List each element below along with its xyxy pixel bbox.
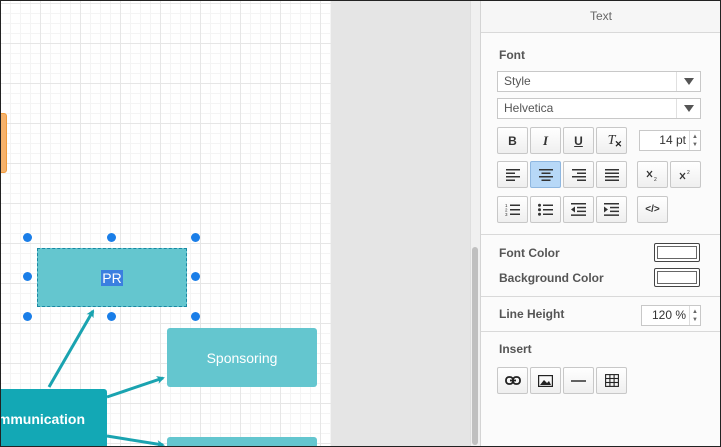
divider	[481, 234, 721, 235]
underline-icon: U	[574, 133, 583, 148]
outdent-button[interactable]	[563, 196, 594, 223]
divider	[481, 296, 721, 297]
window-border-top	[0, 0, 721, 1]
line-height-value: 120 %	[651, 308, 686, 322]
superscript-button[interactable]: 2	[670, 161, 701, 188]
panel-tab-text[interactable]: Text	[481, 1, 721, 33]
horizontal-rule-icon	[571, 379, 586, 382]
outdent-icon	[571, 203, 586, 216]
subscript-button[interactable]: 2	[637, 161, 668, 188]
numbered-list-button[interactable]: 123	[497, 196, 528, 223]
code-icon: </>	[645, 204, 660, 215]
svg-text:2: 2	[654, 177, 657, 181]
underline-button[interactable]: U	[563, 127, 594, 154]
svg-text:3: 3	[505, 212, 508, 216]
bold-icon: B	[508, 133, 517, 148]
scrollbar-thumb[interactable]	[472, 247, 478, 445]
canvas-gutter	[331, 1, 471, 446]
font-size-stepper[interactable]: ▲ ▼	[689, 131, 700, 150]
node-sponsoring[interactable]: Sponsoring	[167, 328, 317, 387]
subscript-icon: 2	[646, 170, 657, 181]
chevron-down-icon	[676, 72, 700, 91]
align-left-button[interactable]	[497, 161, 528, 188]
vertical-scrollbar[interactable]	[470, 1, 480, 446]
justify-button[interactable]	[596, 161, 627, 188]
style-select-value: Style	[504, 74, 531, 88]
format-panel: Text Font Style Helvetica B I U T ✕ 14 pt…	[480, 1, 721, 446]
node-communication-label: Communication	[1, 411, 85, 427]
superscript-icon: 2	[679, 170, 690, 179]
clear-formatting-icon: T ✕	[607, 132, 623, 149]
window-border-left	[0, 0, 1, 447]
insert-section-title: Insert	[499, 342, 532, 356]
line-height-label: Line Height	[499, 307, 565, 321]
font-family-value: Helvetica	[504, 101, 554, 115]
align-right-icon	[571, 168, 586, 181]
table-icon	[604, 374, 619, 387]
node-bottom[interactable]	[167, 437, 317, 446]
clear-formatting-button[interactable]: T ✕	[596, 127, 627, 154]
arrow-comm-to-pr	[47, 309, 95, 388]
orange-shape[interactable]	[1, 113, 7, 173]
font-color-label: Font Color	[499, 246, 560, 260]
node-communication[interactable]: Communication	[1, 389, 107, 446]
line-height-stepper[interactable]: ▲ ▼	[689, 306, 700, 325]
style-select[interactable]: Style	[497, 71, 701, 92]
diagram-canvas[interactable]: PR Sponsoring Communication	[1, 1, 331, 446]
svg-text:2: 2	[687, 170, 690, 176]
resize-handle-se[interactable]	[191, 312, 200, 321]
italic-button[interactable]: I	[530, 127, 561, 154]
indent-button[interactable]	[596, 196, 627, 223]
divider	[481, 331, 721, 332]
html-mode-button[interactable]: </>	[637, 196, 668, 223]
node-pr-label[interactable]: PR	[101, 269, 123, 286]
font-section-title: Font	[499, 48, 525, 62]
resize-handle-nw[interactable]	[23, 233, 32, 242]
background-color-swatch[interactable]	[654, 268, 700, 287]
resize-handle-w[interactable]	[23, 272, 32, 281]
italic-icon: I	[542, 132, 549, 148]
bullet-list-icon	[538, 203, 553, 216]
node-pr[interactable]: PR	[37, 248, 187, 307]
font-family-select[interactable]: Helvetica	[497, 98, 701, 119]
align-right-button[interactable]	[563, 161, 594, 188]
line-height-input[interactable]: 120 % ▲ ▼	[641, 305, 701, 326]
chevron-down-icon	[676, 99, 700, 118]
align-center-button[interactable]	[530, 161, 561, 188]
font-size-value: 14 pt	[659, 133, 686, 147]
bold-button[interactable]: B	[497, 127, 528, 154]
node-sponsoring-label: Sponsoring	[206, 349, 278, 366]
resize-handle-ne[interactable]	[191, 233, 200, 242]
arrow-comm-to-bottom	[106, 434, 165, 446]
arrow-comm-to-sponsoring	[106, 376, 165, 399]
numbered-list-icon: 123	[505, 203, 520, 216]
align-center-icon	[538, 168, 553, 181]
image-icon	[538, 374, 553, 387]
font-size-input[interactable]: 14 pt ▲ ▼	[639, 130, 701, 151]
insert-table-button[interactable]	[596, 367, 627, 394]
background-color-label: Background Color	[499, 271, 604, 285]
insert-horizontal-rule-button[interactable]	[563, 367, 594, 394]
justify-icon	[604, 168, 619, 181]
resize-handle-sw[interactable]	[23, 312, 32, 321]
resize-handle-n[interactable]	[107, 233, 116, 242]
bullet-list-button[interactable]	[530, 196, 561, 223]
link-icon	[504, 376, 521, 385]
insert-image-button[interactable]	[530, 367, 561, 394]
insert-link-button[interactable]	[497, 367, 528, 394]
font-color-swatch[interactable]	[654, 243, 700, 262]
resize-handle-e[interactable]	[191, 272, 200, 281]
resize-handle-s[interactable]	[107, 312, 116, 321]
indent-icon	[604, 203, 619, 216]
align-left-icon	[505, 168, 520, 181]
